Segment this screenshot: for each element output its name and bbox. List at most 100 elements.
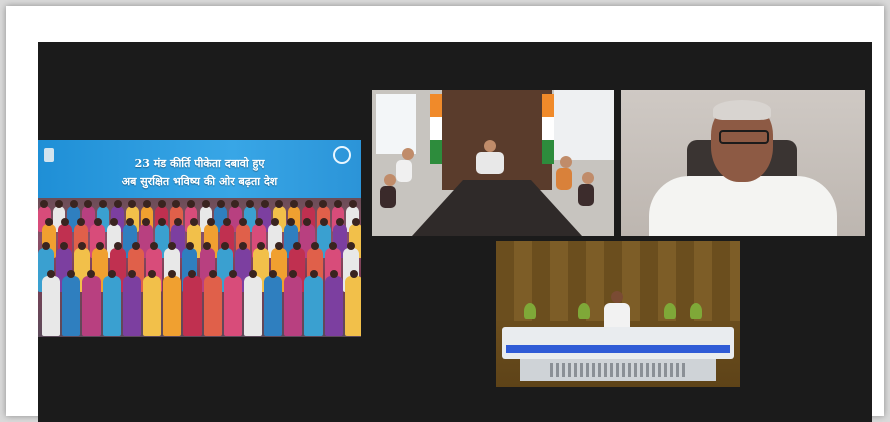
person-head — [484, 140, 496, 152]
banner-headline: 23 मंड कीर्ति पीकेता दबावो हुए — [134, 157, 265, 170]
audience-person-head — [149, 242, 158, 250]
audience-person-head — [304, 200, 313, 208]
audience-person-head — [333, 200, 342, 208]
audience-person-head — [131, 242, 140, 250]
podium-blue-strip — [506, 345, 730, 353]
audience-person-head — [148, 270, 157, 278]
participant-tile-podium[interactable] — [496, 241, 740, 387]
audience-person-head — [245, 200, 254, 208]
audience-person — [102, 270, 121, 336]
participant-tile-event-hall[interactable]: 23 मंड कीर्ति पीकेता दबावो हुए अब सुरक्ष… — [38, 140, 361, 337]
audience-crowd-image — [38, 198, 361, 337]
plant-icon — [524, 303, 536, 319]
person-body — [380, 186, 396, 208]
audience-person-head — [125, 218, 134, 226]
audience-person-head — [222, 218, 231, 226]
audience-person — [324, 270, 343, 336]
audience-person — [344, 270, 361, 336]
audience-person-head — [84, 200, 93, 208]
audience-person-head — [311, 242, 320, 250]
audience-person — [203, 270, 222, 336]
audience-person-head — [351, 218, 360, 226]
audience-person — [142, 270, 162, 336]
audience-person-head — [158, 218, 167, 226]
audience-person-head — [141, 218, 150, 226]
audience-person-head — [174, 218, 183, 226]
audience-person — [42, 270, 61, 336]
audience-person-head — [109, 218, 118, 226]
audience-person-head — [228, 270, 237, 278]
audience-person-head — [143, 200, 152, 208]
audience-person-head — [287, 218, 296, 226]
podium-desk — [502, 327, 734, 359]
person-head — [560, 156, 572, 168]
audience-person-head — [348, 200, 357, 208]
audience-person-head — [61, 218, 70, 226]
person-head — [402, 148, 414, 160]
person-head — [384, 174, 396, 186]
person-body — [578, 184, 594, 206]
speaker-body — [604, 303, 630, 327]
audience-person-head — [275, 242, 284, 250]
audience-person-head — [275, 200, 284, 208]
app-window-frame: 23 मंड कीर्ति पीकेता दबावो हुए अब सुरक्ष… — [6, 6, 884, 422]
audience-person-head — [289, 200, 298, 208]
audience-person — [183, 270, 202, 336]
audience-person-head — [335, 218, 344, 226]
audience-person — [264, 270, 283, 336]
audience-person-head — [113, 200, 122, 208]
audience-person-head — [309, 270, 318, 278]
participant-tile-meeting-room[interactable] — [372, 90, 614, 236]
standee-banner — [376, 94, 416, 154]
audience-person-head — [113, 242, 122, 250]
audience-person-head — [128, 200, 137, 208]
podium-grill — [550, 363, 686, 377]
audience-person-head — [271, 218, 280, 226]
flag-icon — [542, 94, 554, 164]
banner-subheadline: अब सुरक्षित भविष्य की ओर बढ़ता देश — [121, 175, 278, 188]
audience-person-head — [216, 200, 225, 208]
audience-person-head — [172, 200, 181, 208]
audience-person-head — [168, 270, 177, 278]
audience-person-head — [257, 242, 266, 250]
audience-person-head — [203, 242, 212, 250]
audience-person-head — [221, 242, 230, 250]
audience-person-head — [69, 200, 78, 208]
audience-person-head — [269, 270, 278, 278]
room-wall — [442, 90, 552, 190]
person-body — [476, 152, 504, 174]
audience-person-head — [47, 270, 56, 278]
audience-person — [82, 270, 101, 336]
audience-person-head — [77, 218, 86, 226]
audience-person-head — [293, 242, 302, 250]
audience-person-head — [231, 200, 240, 208]
audience-person-head — [255, 218, 263, 226]
audience-person-head — [187, 200, 196, 208]
audience-person-head — [260, 200, 269, 208]
audience-person-head — [77, 242, 86, 250]
audience-person-head — [329, 270, 338, 278]
person-body — [556, 168, 572, 190]
audience-person-head — [303, 218, 312, 226]
audience-person-head — [208, 270, 217, 278]
audience-person — [284, 270, 303, 336]
audience-person-head — [127, 270, 136, 278]
glasses-icon — [719, 130, 769, 144]
audience-person-head — [41, 242, 50, 250]
room-window — [554, 90, 614, 160]
speaker-hair — [713, 100, 771, 120]
audience-person-head — [329, 242, 338, 250]
audience-person-head — [167, 242, 176, 250]
audience-person-head — [188, 270, 197, 278]
audience-person — [243, 270, 263, 336]
person-body — [396, 160, 412, 182]
audience-person-head — [40, 200, 49, 208]
speaker-head — [611, 291, 623, 303]
audience-person-head — [319, 218, 328, 226]
participant-tile-speaker[interactable] — [621, 90, 865, 236]
audience-person-head — [347, 242, 356, 250]
audience-person — [62, 270, 81, 336]
audience-person-head — [55, 200, 63, 208]
audience-person-head — [99, 200, 108, 208]
audience-person-head — [238, 218, 247, 226]
